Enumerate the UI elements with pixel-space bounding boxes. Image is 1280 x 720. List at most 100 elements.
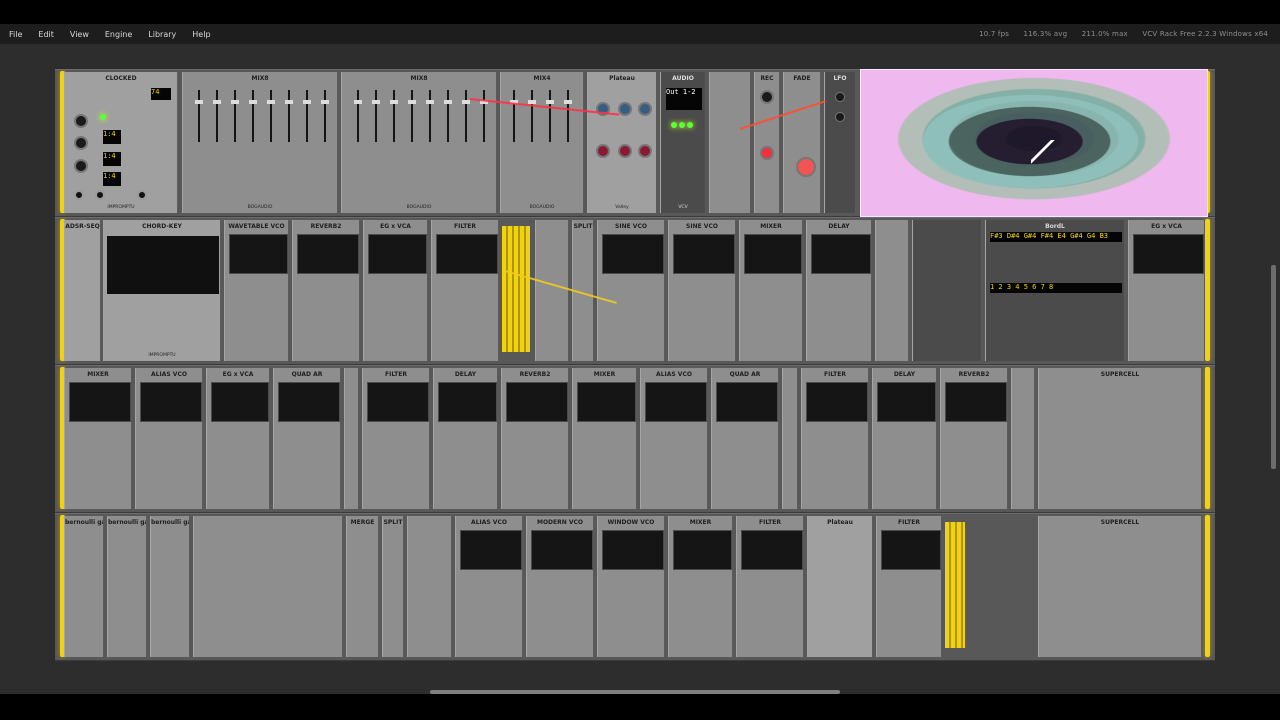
mix8-module-1[interactable]: MIX8 BOGAUDIO [182, 72, 338, 213]
quad-ar-module-row3-b[interactable]: QUAD AR [711, 368, 779, 509]
menu-engine[interactable]: Engine [97, 30, 140, 39]
narrow-module-b[interactable] [782, 368, 798, 509]
mix-fader[interactable] [444, 90, 452, 142]
rec-module[interactable]: REC [754, 72, 780, 213]
lfo-knob[interactable] [835, 92, 845, 102]
clock-jack-3[interactable] [137, 190, 147, 200]
window-vco-module[interactable]: WINDOW VCO [597, 516, 665, 657]
bernoulli-gate-module-2[interactable]: bernoulli gate [107, 516, 147, 657]
filter-module-row3-b[interactable]: FILTER [801, 368, 869, 509]
modern-vco-module[interactable]: MODERN VCO [526, 516, 594, 657]
plateau-knob[interactable] [618, 144, 632, 158]
supercell-module-row4[interactable]: SUPERCELL [1038, 516, 1202, 657]
plateau-module[interactable]: Plateau Valley [587, 72, 657, 213]
delay-module[interactable]: DELAY [806, 220, 872, 361]
rec-knob[interactable] [760, 90, 774, 104]
menu-view[interactable]: View [62, 30, 97, 39]
mix-fader[interactable] [249, 90, 257, 142]
alias-vco-module-row3-b[interactable]: ALIAS VCO [640, 368, 708, 509]
mix-fader[interactable] [285, 90, 293, 142]
menu-edit[interactable]: Edit [30, 30, 62, 39]
plateau-knob[interactable] [638, 102, 652, 116]
delay-module-row3[interactable]: DELAY [433, 368, 498, 509]
fade-module[interactable]: FADE [783, 72, 821, 213]
plateau-knob[interactable] [638, 144, 652, 158]
menu-help[interactable]: Help [184, 30, 218, 39]
eg-vca-module-row3[interactable]: EG x VCA [206, 368, 270, 509]
clock-module[interactable] [875, 220, 909, 361]
mix-fader[interactable] [546, 90, 554, 142]
narrow-module[interactable] [344, 368, 359, 509]
clock-knob-3[interactable] [74, 159, 88, 173]
supercell-side-module[interactable] [1011, 368, 1035, 509]
lfo-module[interactable]: LFO [824, 72, 856, 213]
keyboard[interactable] [107, 236, 219, 294]
mix-fader[interactable] [354, 90, 362, 142]
mix8-module-2[interactable]: MIX8 BOGAUDIO [341, 72, 497, 213]
adsr-seq-module[interactable]: ADSR-SEQ [64, 220, 101, 361]
mix-fader[interactable] [480, 90, 488, 142]
mixer-module[interactable]: MIXER [739, 220, 803, 361]
menu-file[interactable]: File [1, 30, 30, 39]
merge-module[interactable]: MERGE [346, 516, 379, 657]
alias-vco-module-row4[interactable]: ALIAS VCO [455, 516, 523, 657]
mix-fader[interactable] [408, 90, 416, 142]
rec-button[interactable] [760, 146, 774, 160]
module-rack[interactable]: CLOCKED IMPROMPTU 74 1:4 1:4 1:4 MIX8 BO… [0, 44, 1280, 694]
mix-fader[interactable] [372, 90, 380, 142]
delay-module-row3-b[interactable]: DELAY [872, 368, 937, 509]
reverb2-module-row3-b[interactable]: REVERB2 [940, 368, 1008, 509]
mix-fader[interactable] [390, 90, 398, 142]
small-module-row4[interactable] [407, 516, 452, 657]
bordl-module[interactable]: BordL F#3 D#4 G#4 F#4 E4 G#4 G4 B3 1 2 3… [985, 220, 1125, 361]
mix-fader[interactable] [462, 90, 470, 142]
quad-ar-module-row3[interactable]: QUAD AR [273, 368, 341, 509]
eg-vca-module[interactable]: EG x VCA [363, 220, 428, 361]
lfo-knob[interactable] [835, 112, 845, 122]
plateau-module-row4[interactable]: Plateau [807, 516, 873, 657]
reverb2-module[interactable]: REVERB2 [292, 220, 360, 361]
mix-fader[interactable] [564, 90, 572, 142]
mix-fader[interactable] [195, 90, 203, 142]
mix-fader[interactable] [231, 90, 239, 142]
filter-module[interactable]: FILTER [431, 220, 499, 361]
mix-fader[interactable] [213, 90, 221, 142]
small-red-module[interactable] [535, 220, 569, 361]
clock-knob-2[interactable] [74, 136, 88, 150]
wavetable-vco-module[interactable]: WAVETABLE VCO [224, 220, 289, 361]
audio-output-module[interactable] [709, 72, 751, 213]
mixer-module-row3[interactable]: MIXER [64, 368, 132, 509]
eg-vca-module-2[interactable]: EG x VCA [1128, 220, 1205, 361]
split-module-row4[interactable]: SPLIT [382, 516, 404, 657]
fade-button[interactable] [796, 157, 816, 177]
bernoulli-gate-module-1[interactable]: bernoulli gate [64, 516, 104, 657]
mix-fader[interactable] [510, 90, 518, 142]
reverb2-module-row3[interactable]: REVERB2 [501, 368, 569, 509]
mix-fader[interactable] [426, 90, 434, 142]
plateau-knob[interactable] [596, 144, 610, 158]
clock-jack-2[interactable] [95, 190, 105, 200]
mix-fader[interactable] [321, 90, 329, 142]
alias-vco-module-row3[interactable]: ALIAS VCO [135, 368, 203, 509]
filter-module-row3[interactable]: FILTER [362, 368, 430, 509]
menu-library[interactable]: Library [140, 30, 184, 39]
mix-fader[interactable] [267, 90, 275, 142]
filter-module-row4-b[interactable]: FILTER [876, 516, 942, 657]
bernoulli-gate-module-3[interactable]: bernoulli gate [150, 516, 190, 657]
vertical-scrollbar[interactable] [1271, 265, 1276, 469]
filter-module-row4[interactable]: FILTER [736, 516, 804, 657]
sine-vco-module-1[interactable]: SINE VCO [597, 220, 665, 361]
clock-knob-1[interactable] [74, 114, 88, 128]
mix-fader[interactable] [303, 90, 311, 142]
chord-key-module[interactable]: CHORD-KEY IMPROMPTU [103, 220, 221, 361]
audio-module[interactable]: AUDIO VCV Out 1-2 [660, 72, 706, 213]
plateau-knob[interactable] [618, 102, 632, 116]
clock-jack-1[interactable] [74, 190, 84, 200]
mixer-module-row3-b[interactable]: MIXER [572, 368, 637, 509]
clocked-module[interactable]: CLOCKED IMPROMPTU 74 1:4 1:4 1:4 [64, 72, 178, 213]
mixer-module-row4[interactable]: MIXER [668, 516, 733, 657]
mix4-module[interactable]: MIX4 BOGAUDIO [500, 72, 584, 213]
step-module[interactable] [912, 220, 982, 361]
supercell-module-row3[interactable]: SUPERCELL [1038, 368, 1202, 509]
sine-vco-module-2[interactable]: SINE VCO [668, 220, 736, 361]
